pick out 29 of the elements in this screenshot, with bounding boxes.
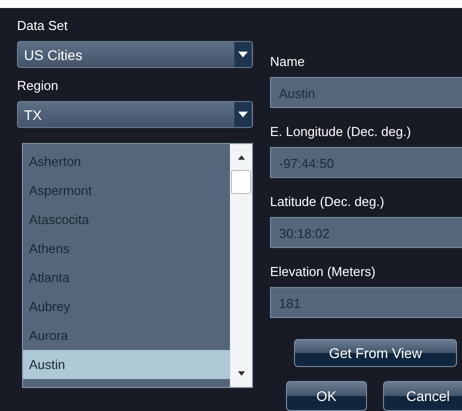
input-field[interactable]: 181 xyxy=(270,287,462,318)
input-field[interactable]: Austin xyxy=(270,77,462,108)
region-dropdown[interactable]: TX xyxy=(17,101,253,128)
list-item[interactable]: Aurora xyxy=(23,321,230,350)
get-from-view-button[interactable]: Get From View xyxy=(294,339,457,367)
field-label: Name xyxy=(270,53,306,71)
field-label: Elevation (Meters) xyxy=(270,263,376,281)
field-label: E. Longitude (Dec. deg.) xyxy=(270,123,412,141)
field-label: Latitude (Dec. deg.) xyxy=(270,193,386,211)
list-item[interactable]: Aspermont xyxy=(23,176,230,205)
list-item[interactable]: Austin xyxy=(23,350,230,379)
input-field[interactable]: 30:18:02 xyxy=(270,217,462,248)
scroll-down-icon[interactable] xyxy=(236,371,246,377)
list-item[interactable]: Atlanta xyxy=(23,263,230,292)
scroll-thumb[interactable] xyxy=(231,170,251,194)
caret-icon xyxy=(234,42,252,67)
input-field[interactable]: -97:44:50 xyxy=(270,147,462,178)
scrollbar[interactable] xyxy=(230,144,252,387)
ok-button[interactable]: OK xyxy=(286,381,367,411)
field-label: Region xyxy=(17,77,60,95)
scroll-up-icon[interactable] xyxy=(236,154,246,160)
cancel-button[interactable]: Cancel xyxy=(383,381,462,411)
list-item[interactable]: Asherton xyxy=(23,147,230,176)
list-item[interactable]: Athens xyxy=(23,234,230,263)
data-set-dropdown[interactable]: US Cities xyxy=(17,41,253,68)
list-item[interactable]: Atascocita xyxy=(23,205,230,234)
field-label: Data Set xyxy=(17,17,69,35)
caret-icon xyxy=(234,102,252,127)
list-item[interactable]: Aubrey xyxy=(23,292,230,321)
